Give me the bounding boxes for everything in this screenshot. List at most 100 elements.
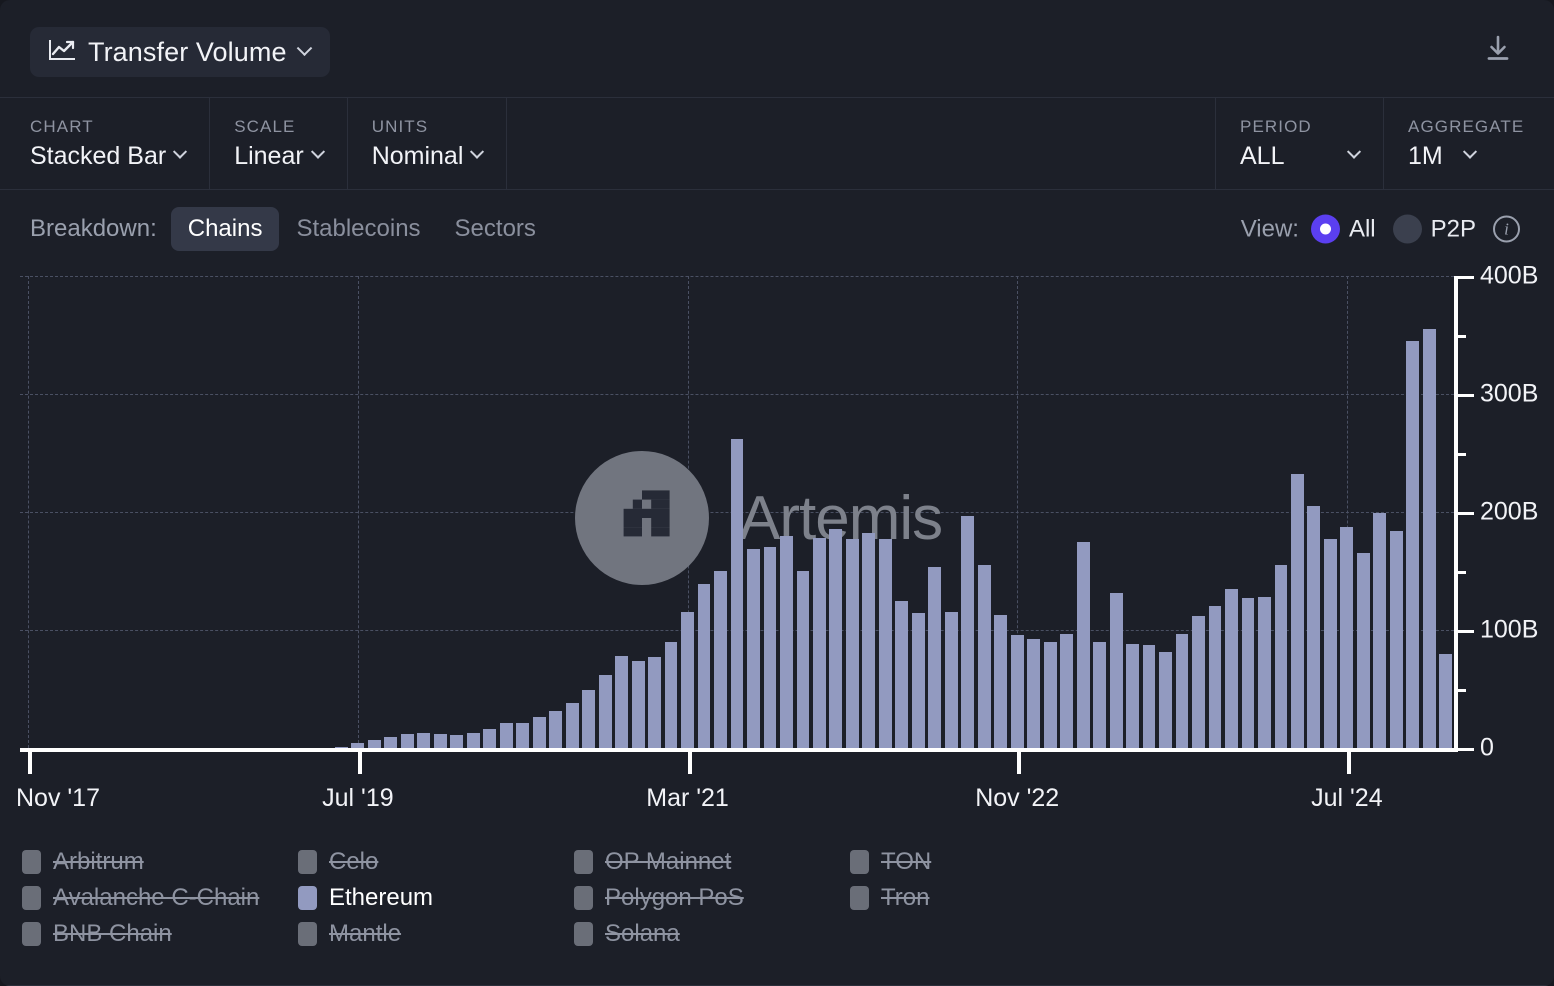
bar[interactable] bbox=[698, 584, 711, 748]
bar[interactable] bbox=[368, 740, 381, 748]
bar[interactable] bbox=[912, 613, 925, 748]
bar[interactable] bbox=[1357, 553, 1370, 748]
scale-control[interactable]: SCALE Linear bbox=[210, 98, 348, 189]
legend-item-op-mainnet[interactable]: OP Mainnet bbox=[574, 844, 850, 880]
bar[interactable] bbox=[1258, 597, 1271, 748]
bar[interactable] bbox=[1011, 635, 1024, 748]
aggregate-control[interactable]: AGGREGATE 1M bbox=[1384, 98, 1554, 189]
bar[interactable] bbox=[1291, 474, 1304, 748]
bar[interactable] bbox=[582, 690, 595, 748]
legend-item-tron[interactable]: Tron bbox=[850, 880, 1126, 916]
breakdown-tab-chains[interactable]: Chains bbox=[171, 207, 280, 251]
bar[interactable] bbox=[1242, 598, 1255, 748]
bar[interactable] bbox=[879, 539, 892, 748]
bar[interactable] bbox=[994, 615, 1007, 748]
bar[interactable] bbox=[813, 538, 826, 748]
legend-item-celo[interactable]: Celo bbox=[298, 844, 574, 880]
view-option-p2p[interactable]: P2P bbox=[1431, 215, 1476, 243]
plot-region: Artemis bbox=[20, 276, 1454, 748]
bar[interactable] bbox=[615, 656, 628, 748]
period-control[interactable]: PERIOD ALL bbox=[1216, 98, 1384, 189]
bar[interactable] bbox=[797, 571, 810, 748]
bar[interactable] bbox=[1324, 539, 1337, 748]
bar[interactable] bbox=[846, 539, 859, 748]
bar[interactable] bbox=[1340, 527, 1353, 748]
bar[interactable] bbox=[417, 733, 430, 748]
units-control[interactable]: UNITS Nominal bbox=[348, 98, 508, 189]
bar[interactable] bbox=[665, 642, 678, 748]
bar[interactable] bbox=[1307, 506, 1320, 748]
bar[interactable] bbox=[500, 723, 513, 748]
bar[interactable] bbox=[862, 533, 875, 748]
bar[interactable] bbox=[1423, 329, 1436, 748]
bar[interactable] bbox=[467, 733, 480, 748]
legend-item-mantle[interactable]: Mantle bbox=[298, 916, 574, 952]
bar[interactable] bbox=[1373, 513, 1386, 748]
bar[interactable] bbox=[384, 737, 397, 748]
bar[interactable] bbox=[533, 717, 546, 748]
bar[interactable] bbox=[1126, 644, 1139, 748]
bar[interactable] bbox=[434, 734, 447, 748]
bar[interactable] bbox=[945, 612, 958, 748]
breakdown-tab-stablecoins[interactable]: Stablecoins bbox=[279, 207, 437, 251]
legend-item-arbitrum[interactable]: Arbitrum bbox=[22, 844, 298, 880]
units-label: UNITS bbox=[372, 117, 483, 137]
bar[interactable] bbox=[681, 612, 694, 748]
bar[interactable] bbox=[1209, 606, 1222, 748]
bar[interactable] bbox=[516, 723, 529, 748]
bar[interactable] bbox=[401, 734, 414, 748]
bar[interactable] bbox=[1176, 634, 1189, 748]
legend-item-polygon-pos[interactable]: Polygon PoS bbox=[574, 880, 850, 916]
bar[interactable] bbox=[549, 711, 562, 748]
bar[interactable] bbox=[1110, 593, 1123, 748]
bar[interactable] bbox=[1225, 589, 1238, 748]
bar[interactable] bbox=[764, 547, 777, 748]
legend-item-solana[interactable]: Solana bbox=[574, 916, 850, 952]
legend-item-ethereum[interactable]: Ethereum bbox=[298, 880, 574, 916]
chart-type-control[interactable]: CHART Stacked Bar bbox=[0, 98, 210, 189]
bar[interactable] bbox=[1159, 652, 1172, 748]
bar[interactable] bbox=[829, 529, 842, 748]
view-radio-p2p[interactable] bbox=[1393, 215, 1422, 244]
bar[interactable] bbox=[780, 536, 793, 748]
bar[interactable] bbox=[632, 661, 645, 748]
legend-item-avalanche-c-chain[interactable]: Avalanche C-Chain bbox=[22, 880, 298, 916]
bar[interactable] bbox=[1060, 634, 1073, 748]
bar[interactable] bbox=[648, 657, 661, 748]
legend-swatch bbox=[22, 922, 41, 946]
bar[interactable] bbox=[747, 549, 760, 748]
breakdown-tab-sectors[interactable]: Sectors bbox=[438, 207, 553, 251]
x-tick bbox=[28, 752, 32, 774]
bar[interactable] bbox=[1077, 542, 1090, 749]
metric-selector[interactable]: Transfer Volume bbox=[30, 27, 330, 77]
bar[interactable] bbox=[483, 729, 496, 748]
bar[interactable] bbox=[1439, 654, 1452, 748]
bar[interactable] bbox=[450, 735, 463, 748]
units-value: Nominal bbox=[372, 142, 464, 171]
info-icon[interactable]: i bbox=[1493, 216, 1520, 243]
bar[interactable] bbox=[1406, 341, 1419, 748]
bar[interactable] bbox=[961, 516, 974, 748]
view-option-all[interactable]: All bbox=[1349, 215, 1376, 243]
legend-item-ton[interactable]: TON bbox=[850, 844, 1126, 880]
bar[interactable] bbox=[895, 601, 908, 749]
bar[interactable] bbox=[566, 703, 579, 748]
bar[interactable] bbox=[599, 675, 612, 748]
bar[interactable] bbox=[714, 571, 727, 748]
bar[interactable] bbox=[978, 565, 991, 748]
bar[interactable] bbox=[1192, 616, 1205, 748]
view-radio-all[interactable] bbox=[1311, 215, 1340, 244]
y-tick-major bbox=[1454, 276, 1474, 279]
bar[interactable] bbox=[1275, 565, 1288, 748]
bar[interactable] bbox=[1390, 531, 1403, 748]
chevron-down-icon bbox=[173, 145, 187, 159]
bar[interactable] bbox=[731, 439, 744, 748]
bar[interactable] bbox=[928, 567, 941, 748]
bar[interactable] bbox=[1027, 639, 1040, 748]
legend-item-bnb-chain[interactable]: BNB Chain bbox=[22, 916, 298, 952]
bar[interactable] bbox=[1093, 642, 1106, 748]
download-button[interactable] bbox=[1476, 28, 1520, 72]
bar[interactable] bbox=[1044, 642, 1057, 748]
bar[interactable] bbox=[1143, 645, 1156, 748]
legend-label: Celo bbox=[329, 848, 378, 876]
